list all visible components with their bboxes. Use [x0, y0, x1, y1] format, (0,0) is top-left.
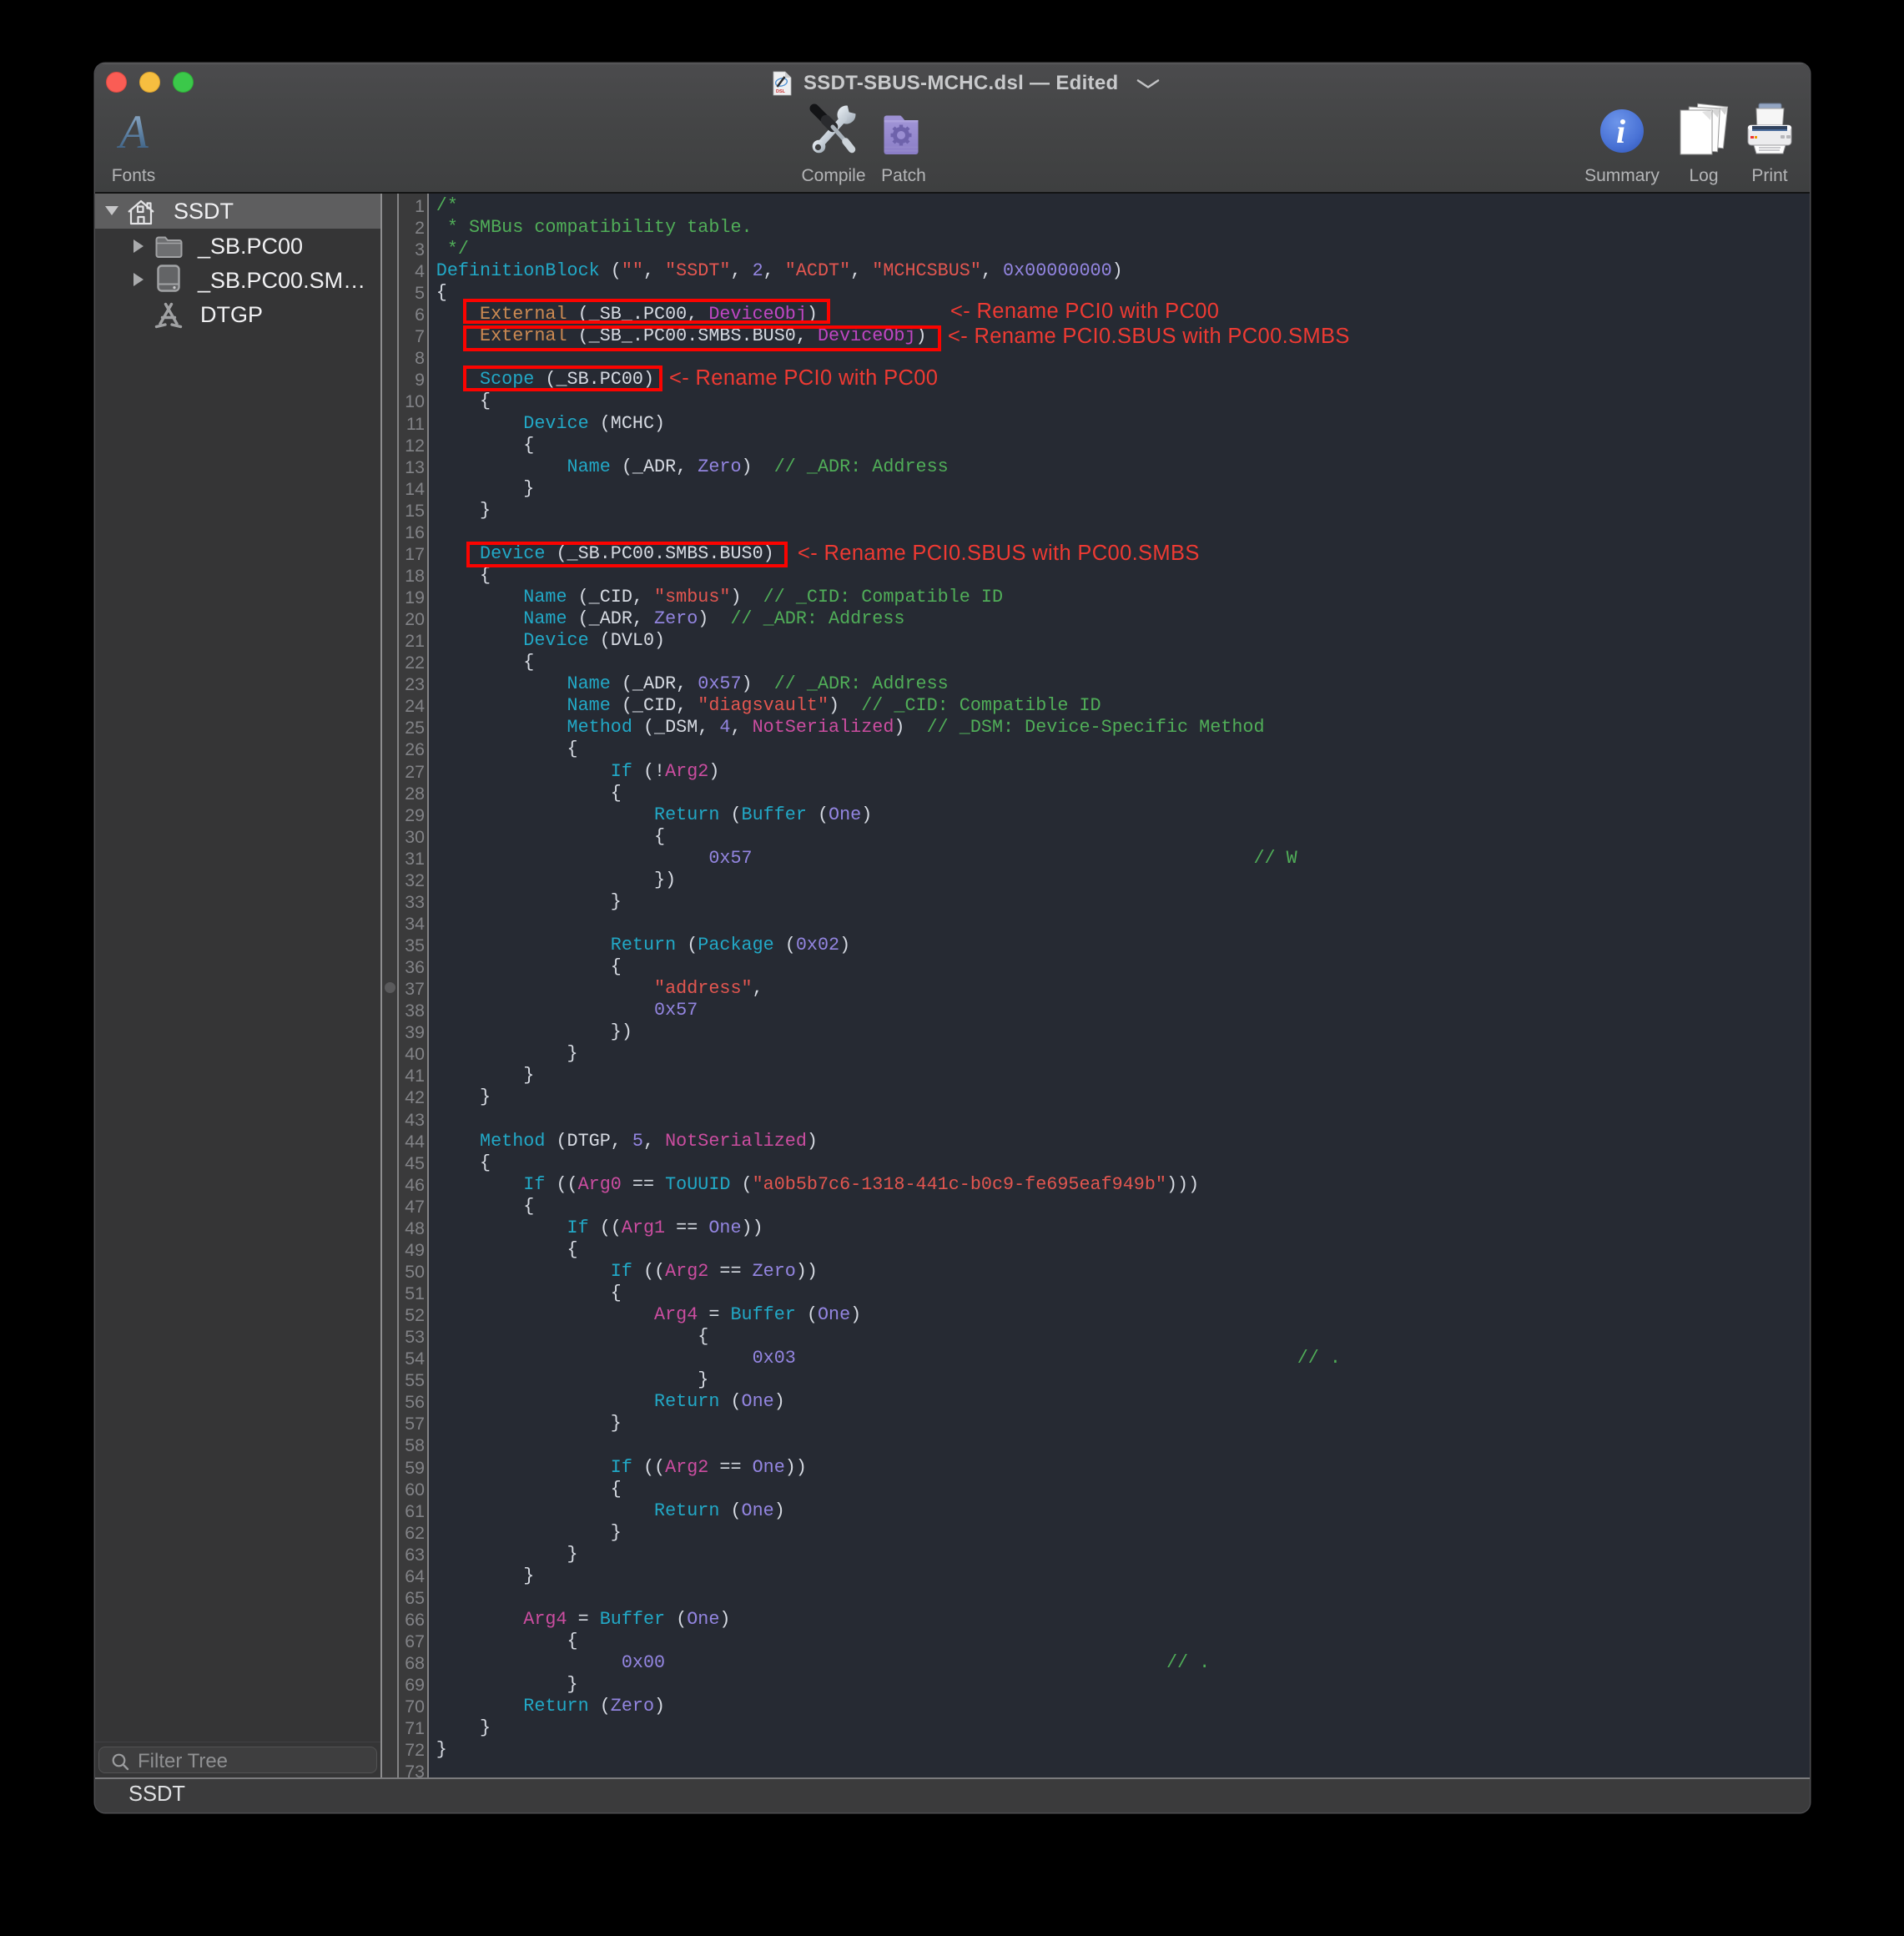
svg-text:DSL: DSL	[776, 89, 786, 94]
svg-text:i: i	[1616, 113, 1625, 150]
svg-text:A: A	[116, 106, 149, 159]
